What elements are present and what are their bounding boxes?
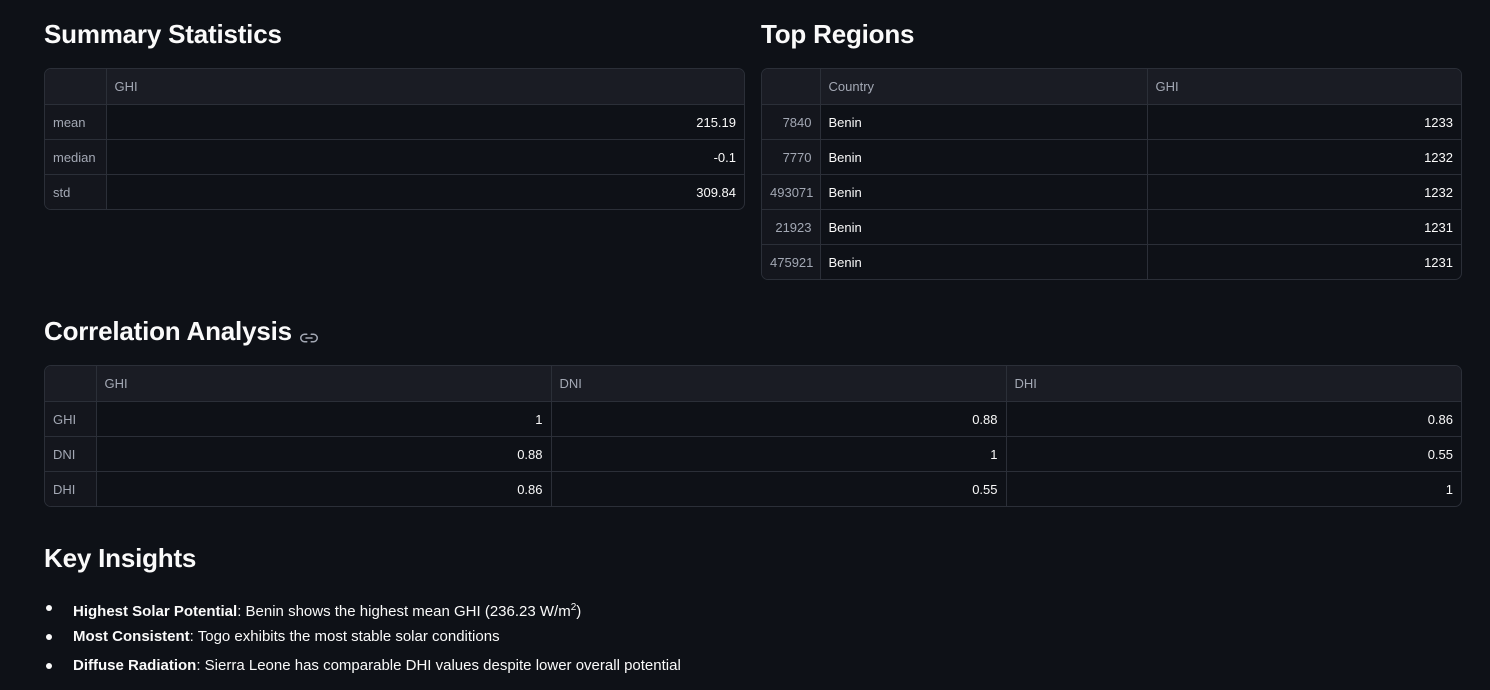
table-cell[interactable]: 215.19	[106, 104, 744, 140]
summary-statistics-table[interactable]: GHI mean 215.19 median -0.1 std 309.84	[44, 68, 745, 210]
dashboard-page: Summary Statistics GHI mean 215.19 media…	[0, 0, 1490, 690]
column-header-ghi[interactable]: GHI	[106, 69, 744, 105]
row-label: median	[45, 139, 107, 175]
table-row: 7840 Benin 1233	[762, 104, 1461, 140]
table-cell[interactable]: Benin	[820, 104, 1148, 140]
insight-text: : Benin shows the highest mean GHI (236.…	[237, 603, 571, 620]
top-regions-heading: Top Regions	[761, 19, 915, 49]
table-cell[interactable]: 0.55	[1006, 436, 1461, 472]
correlation-analysis-title: Correlation Analysis	[44, 316, 292, 346]
table-cell[interactable]: 1	[1006, 472, 1461, 507]
table-row: 21923 Benin 1231	[762, 209, 1461, 245]
table-header-row: Country GHI	[762, 69, 1461, 105]
table-cell[interactable]: Benin	[820, 209, 1148, 245]
bullet-icon	[46, 605, 52, 611]
key-insights-list: Highest Solar Potential: Benin shows the…	[44, 594, 681, 681]
table-cell[interactable]: 1232	[1147, 174, 1461, 210]
table-row: DHI 0.86 0.55 1	[45, 471, 1461, 507]
insight-text: : Togo exhibits the most stable solar co…	[189, 628, 500, 645]
table-row: GHI 1 0.88 0.86	[45, 401, 1461, 437]
column-header-country[interactable]: Country	[820, 69, 1148, 105]
table-cell[interactable]: 0.88	[551, 401, 1007, 437]
table-cell[interactable]: 0.86	[1006, 401, 1461, 437]
top-regions-table[interactable]: Country GHI 7840 Benin 1233 7770 Benin 1…	[761, 68, 1462, 280]
table-row: DNI 0.88 1 0.55	[45, 436, 1461, 472]
row-index: 21923	[762, 209, 821, 245]
index-header	[45, 366, 97, 402]
table-cell[interactable]: 1	[551, 436, 1007, 472]
insight-tail: )	[576, 603, 582, 620]
table-cell[interactable]: 1231	[1147, 209, 1461, 245]
table-row: 475921 Benin 1231	[762, 244, 1461, 280]
row-label: DNI	[45, 436, 97, 472]
table-cell[interactable]: 1231	[1147, 245, 1461, 280]
table-row: mean 215.19	[45, 104, 744, 140]
column-header-dhi[interactable]: DHI	[1006, 366, 1461, 402]
column-header-ghi[interactable]: GHI	[1147, 69, 1461, 105]
index-header	[762, 69, 821, 105]
table-cell[interactable]: 0.55	[551, 471, 1007, 506]
row-label: mean	[45, 104, 107, 140]
table-cell[interactable]: Benin	[820, 174, 1148, 210]
insight-label: Diffuse Radiation	[73, 657, 197, 674]
list-item: Highest Solar Potential: Benin shows the…	[44, 594, 681, 623]
table-cell[interactable]: Benin	[820, 244, 1148, 279]
table-cell[interactable]: -0.1	[106, 139, 744, 175]
insight-label: Most Consistent	[73, 628, 190, 645]
link-icon[interactable]	[299, 323, 318, 342]
row-label: DHI	[45, 471, 97, 506]
insight-label: Highest Solar Potential	[73, 603, 238, 620]
table-cell[interactable]: 1	[96, 401, 552, 437]
list-item: Diffuse Radiation: Sierra Leone has comp…	[44, 652, 681, 681]
correlation-matrix-table[interactable]: GHI DNI DHI GHI 1 0.88 0.86 DNI 0.88 1 0…	[44, 365, 1462, 507]
correlation-analysis-heading: Correlation Analysis	[44, 316, 318, 347]
row-index: 475921	[762, 244, 821, 279]
row-index: 493071	[762, 174, 821, 210]
list-item: Most Consistent: Togo exhibits the most …	[44, 623, 681, 652]
table-row: 7770 Benin 1232	[762, 139, 1461, 175]
row-label: std	[45, 174, 107, 209]
table-cell[interactable]: 1232	[1147, 139, 1461, 175]
insight-text: : Sierra Leone has comparable DHI values…	[196, 657, 681, 674]
table-cell[interactable]: Benin	[820, 139, 1148, 175]
summary-statistics-heading: Summary Statistics	[44, 19, 282, 49]
row-index: 7840	[762, 104, 821, 140]
row-label: GHI	[45, 401, 97, 437]
table-row: std 309.84	[45, 174, 744, 210]
table-row: median -0.1	[45, 139, 744, 175]
row-index: 7770	[762, 139, 821, 175]
key-insights-heading: Key Insights	[44, 543, 197, 573]
table-row: 493071 Benin 1232	[762, 174, 1461, 210]
table-header-row: GHI	[45, 69, 744, 105]
table-cell[interactable]: 309.84	[106, 175, 744, 210]
table-cell[interactable]: 1233	[1147, 104, 1461, 140]
column-header-dni[interactable]: DNI	[551, 366, 1007, 402]
table-cell[interactable]: 0.88	[96, 436, 552, 472]
table-header-row: GHI DNI DHI	[45, 366, 1461, 402]
index-header	[45, 69, 107, 105]
bullet-icon	[46, 663, 52, 669]
table-cell[interactable]: 0.86	[96, 471, 552, 506]
column-header-ghi[interactable]: GHI	[96, 366, 552, 402]
bullet-icon	[46, 634, 52, 640]
